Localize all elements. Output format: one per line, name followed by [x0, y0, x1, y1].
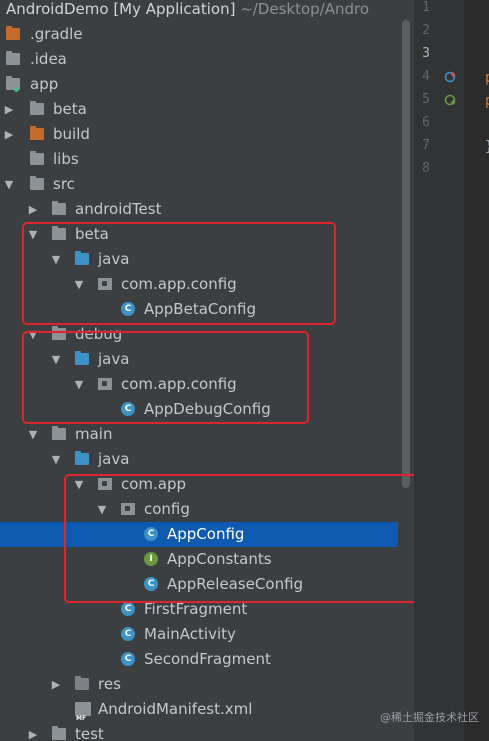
- class-icon: [121, 652, 135, 666]
- tree-row-idea[interactable]: .idea: [0, 47, 398, 72]
- tree-row-res[interactable]: ▶ res: [0, 672, 398, 697]
- highlight-box-debug: [22, 331, 309, 424]
- folder-icon: [6, 26, 20, 40]
- tree-label: app: [30, 75, 59, 93]
- highlight-box-beta: [22, 222, 336, 325]
- tree-row-androidtest[interactable]: ▶ androidTest: [0, 197, 398, 222]
- tree-label: src: [53, 175, 75, 193]
- class-icon: [121, 627, 135, 641]
- folder-icon: [30, 176, 44, 190]
- folder-icon: [30, 151, 44, 165]
- line-number: 1: [422, 0, 430, 15]
- tree-label: beta: [53, 100, 87, 118]
- tree-label: test: [75, 725, 104, 741]
- tree-row-main-java[interactable]: ▼ java: [0, 447, 398, 472]
- chevron-right-icon[interactable]: ▶: [26, 197, 40, 222]
- tree-row-gradle[interactable]: .gradle: [0, 22, 398, 47]
- code-fragment: p: [485, 70, 489, 86]
- tree-scrollbar-thumb[interactable]: [402, 20, 410, 488]
- chevron-right-icon[interactable]: ▶: [2, 97, 16, 122]
- editor-gutter: [414, 0, 464, 741]
- tree-label: main: [75, 425, 113, 443]
- tree-row-mainactivity[interactable]: MainActivity: [0, 622, 398, 647]
- folder-icon: [52, 426, 66, 440]
- folder-icon: [52, 201, 66, 215]
- tree-label: libs: [53, 150, 79, 168]
- chevron-right-icon[interactable]: ▶: [49, 672, 63, 697]
- code-editor[interactable]: [464, 0, 489, 741]
- line-number: 8: [422, 161, 430, 176]
- line-number-current: 3: [422, 46, 430, 61]
- tree-row-app[interactable]: app: [0, 72, 398, 97]
- line-number: 7: [422, 138, 430, 153]
- tree-row-src[interactable]: ▼ src: [0, 172, 398, 197]
- watermark: @稀土掘金技术社区: [380, 711, 479, 724]
- tree-row-secondfragment[interactable]: SecondFragment: [0, 647, 398, 672]
- tree-label: androidTest: [75, 200, 162, 218]
- tree-row-src-main[interactable]: ▼ main: [0, 422, 398, 447]
- tree-row-test[interactable]: ▶ test: [0, 722, 398, 741]
- tree-row-project-root[interactable]: AndroidDemo [My Application] ~/Desktop/A…: [0, 0, 398, 22]
- tree-row-androidmanifest[interactable]: AndroidManifest.xml: [0, 697, 398, 731]
- code-fragment: p: [485, 93, 489, 109]
- folder-icon: [6, 51, 20, 65]
- tree-row-build[interactable]: ▶ build: [0, 122, 398, 147]
- folder-icon: [30, 126, 44, 140]
- chevron-right-icon[interactable]: ▶: [26, 722, 40, 741]
- line-number: 4: [422, 69, 430, 84]
- tree-label: .gradle: [30, 25, 83, 43]
- module-indicator-icon: [14, 87, 19, 92]
- implementing-method-icon[interactable]: [444, 94, 456, 106]
- source-folder-icon: [75, 451, 89, 465]
- line-number: 2: [422, 23, 430, 38]
- tree-label: SecondFragment: [144, 650, 271, 668]
- line-number: 6: [422, 115, 430, 130]
- tree-row-beta[interactable]: ▶ beta: [0, 97, 398, 122]
- tree-label: MainActivity: [144, 625, 236, 643]
- class-icon: [121, 602, 135, 616]
- folder-icon: [30, 101, 44, 115]
- line-number: 5: [422, 92, 430, 107]
- highlight-box-main-config: [64, 474, 425, 603]
- manifest-file-icon: [75, 702, 91, 731]
- tree-row-libs[interactable]: libs: [0, 147, 398, 172]
- project-root-label: AndroidDemo [My Application] ~/Desktop/A…: [6, 0, 369, 22]
- tree-label: java: [98, 450, 130, 468]
- tree-label: build: [53, 125, 90, 143]
- chevron-down-icon[interactable]: ▼: [26, 422, 40, 447]
- implemented-method-icon[interactable]: [444, 71, 456, 83]
- tree-label: res: [98, 675, 121, 693]
- project-name: AndroidDemo [My Application]: [6, 0, 236, 18]
- chevron-down-icon[interactable]: ▼: [2, 172, 16, 197]
- tree-label: AndroidManifest.xml: [98, 700, 253, 718]
- resources-folder-icon: [75, 676, 89, 690]
- chevron-right-icon[interactable]: ▶: [2, 122, 16, 147]
- tree-label: .idea: [30, 50, 67, 68]
- project-path: ~/Desktop/Andro: [240, 0, 370, 18]
- code-fragment: }: [485, 139, 489, 155]
- folder-icon: [52, 726, 66, 740]
- chevron-down-icon[interactable]: ▼: [49, 447, 63, 472]
